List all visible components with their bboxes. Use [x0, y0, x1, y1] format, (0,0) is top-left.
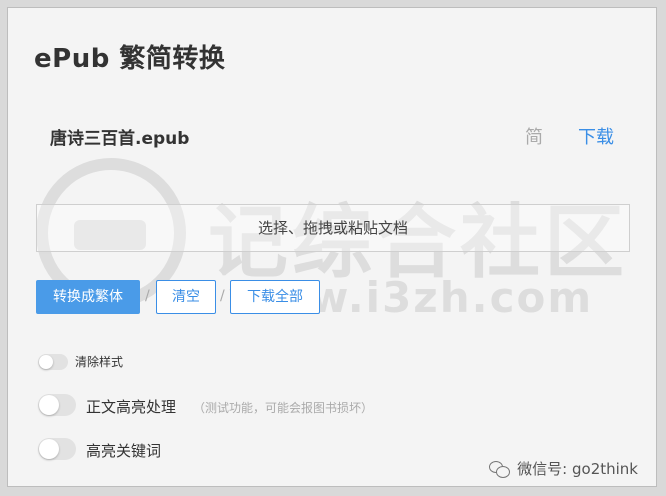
clear-button[interactable]: 清空 — [156, 280, 216, 314]
page-title: ePub 繁简转换 — [34, 44, 226, 74]
file-drop-zone[interactable]: 选择、拖拽或粘贴文档 — [36, 204, 630, 252]
wechat-icon — [489, 460, 511, 478]
file-download-link[interactable]: 下载 — [578, 123, 614, 149]
highlight-text-label: 正文高亮处理 — [86, 398, 177, 416]
wechat-watermark: 微信号: go2think — [489, 458, 638, 479]
highlight-keywords-toggle[interactable] — [38, 438, 76, 460]
clear-style-toggle[interactable] — [38, 354, 68, 370]
file-name: 唐诗三百首.epub — [50, 129, 190, 149]
highlight-text-toggle[interactable] — [38, 394, 76, 416]
highlight-keywords-label: 高亮关键词 — [86, 442, 162, 460]
separator: / — [145, 288, 150, 304]
clear-style-label: 清除样式 — [75, 355, 124, 369]
wechat-label: 微信号: go2think — [517, 460, 638, 478]
download-all-button[interactable]: 下载全部 — [230, 280, 320, 314]
separator: / — [220, 288, 225, 304]
file-row: 唐诗三百首.epub 简 下载 — [8, 120, 656, 150]
app-window: ePub 繁简转换 唐诗三百首.epub 简 下载 记综合社区 www.i3zh… — [7, 7, 657, 487]
file-lang-toggle[interactable]: 简 — [525, 123, 543, 149]
highlight-text-hint: （测试功能，可能会报图书损坏） — [193, 401, 374, 415]
convert-button[interactable]: 转换成繁体 — [36, 280, 140, 314]
